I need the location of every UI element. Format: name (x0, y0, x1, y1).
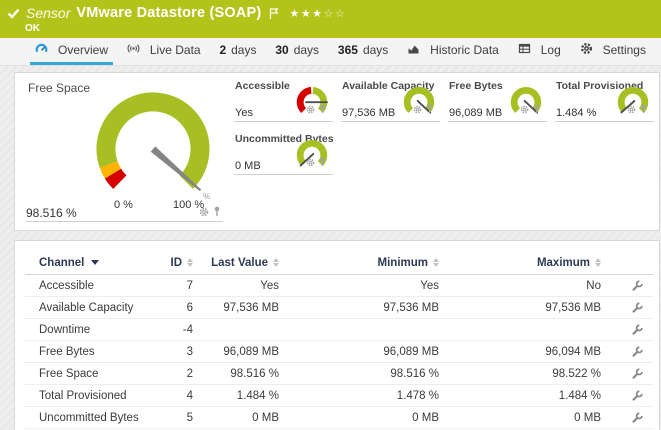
gauges-panel: Free Space % 0 % 100 % 98.516 % Accessib… (14, 72, 660, 231)
column-header-id[interactable]: ID (147, 257, 193, 269)
historic-data-icon (407, 42, 420, 58)
sort-icon (595, 258, 601, 267)
column-header-maximum[interactable]: Maximum (439, 257, 601, 269)
wrench-icon[interactable] (601, 280, 653, 292)
channel-table-panel: Channel ID Last Value Minimum Maximum Ac (14, 240, 660, 430)
main-gauge-tile: Free Space % 0 % 100 % 98.516 % (15, 73, 233, 230)
pin-icon[interactable] (319, 101, 326, 119)
table-row: Accessible 7 Yes Yes No (25, 275, 653, 297)
favorite-flag-icon[interactable] (268, 7, 279, 20)
object-kind-label: Sensor (26, 5, 70, 21)
table-row: Downtime -4 (25, 319, 653, 341)
wrench-icon[interactable] (601, 390, 653, 402)
live-data-icon (127, 42, 140, 58)
wrench-icon[interactable] (601, 346, 653, 358)
wrench-icon[interactable] (601, 302, 653, 314)
page-title: VMware Datastore (SOAP) (76, 5, 261, 21)
gear-icon[interactable] (306, 101, 315, 119)
tab-30-days[interactable]: 30days (270, 38, 324, 65)
tab-settings[interactable]: Settings (575, 38, 651, 65)
mini-gauge-free-bytes: Free Bytes 96,089 MB (447, 77, 548, 127)
pin-icon[interactable] (640, 101, 647, 119)
table-row: Free Space 2 98.516 % 98.516 % 98.522 % (25, 363, 653, 385)
sort-desc-icon (91, 260, 99, 265)
free-space-gauge: % (78, 81, 228, 221)
table-row: Available Capacity 6 97,536 MB 97,536 MB… (25, 297, 653, 319)
wrench-icon[interactable] (601, 412, 653, 424)
log-icon (518, 42, 531, 58)
column-header-minimum[interactable]: Minimum (279, 257, 439, 269)
tab-365-days[interactable]: 365days (333, 38, 393, 65)
gauge-icon (35, 42, 48, 58)
gear-icon[interactable] (520, 101, 529, 119)
pin-icon[interactable] (213, 206, 221, 220)
main-gauge-value: 98.516 % (26, 206, 77, 220)
gear-icon[interactable] (306, 154, 315, 172)
mini-gauge-accessible: Accessible Yes (233, 77, 334, 127)
gear-icon[interactable] (627, 101, 636, 119)
table-row: Total Provisioned 4 1.484 % 1.478 % 1.48… (25, 385, 653, 407)
gear-icon[interactable] (199, 206, 209, 220)
tab-bar: Overview Live Data 2days 30days 365days … (0, 38, 661, 66)
table-row: Uncommitted Bytes 5 0 MB 0 MB 0 MB (25, 407, 653, 429)
status-badge: OK (25, 23, 40, 34)
mini-gauges-grid: Accessible Yes Available Capacity (233, 77, 655, 180)
wrench-icon[interactable] (601, 324, 653, 336)
column-header-channel[interactable]: Channel (25, 257, 147, 269)
tab-log[interactable]: Log (513, 38, 566, 65)
mini-gauge-uncommitted-bytes: Uncommitted Bytes 0 MB (233, 130, 334, 180)
tab-live-data[interactable]: Live Data (122, 38, 206, 65)
mini-gauge-available-capacity: Available Capacity 97,536 MB (340, 77, 441, 127)
priority-stars[interactable]: ★★★☆☆ (289, 7, 346, 20)
column-header-last-value[interactable]: Last Value (193, 257, 279, 269)
sensor-header: Sensor VMware Datastore (SOAP) ★★★☆☆ OK (0, 0, 661, 38)
gear-icon[interactable] (413, 101, 422, 119)
wrench-icon[interactable] (601, 368, 653, 380)
tab-2-days[interactable]: 2days (214, 38, 261, 65)
prtg-sensor-page: Sensor VMware Datastore (SOAP) ★★★☆☆ OK … (0, 0, 661, 430)
status-check-icon (7, 8, 20, 19)
pin-icon[interactable] (319, 154, 326, 172)
table-header-row: Channel ID Last Value Minimum Maximum (25, 251, 653, 275)
tab-historic-data[interactable]: Historic Data (402, 38, 504, 65)
mini-gauge-total-provisioned: Total Provisioned 1.484 % (554, 77, 655, 127)
gear-icon (580, 42, 593, 58)
pin-icon[interactable] (426, 101, 433, 119)
tab-overview[interactable]: Overview (30, 38, 113, 65)
pin-icon[interactable] (533, 101, 540, 119)
table-row: Free Bytes 3 96,089 MB 96,089 MB 96,094 … (25, 341, 653, 363)
channel-table: Channel ID Last Value Minimum Maximum Ac (25, 251, 653, 429)
